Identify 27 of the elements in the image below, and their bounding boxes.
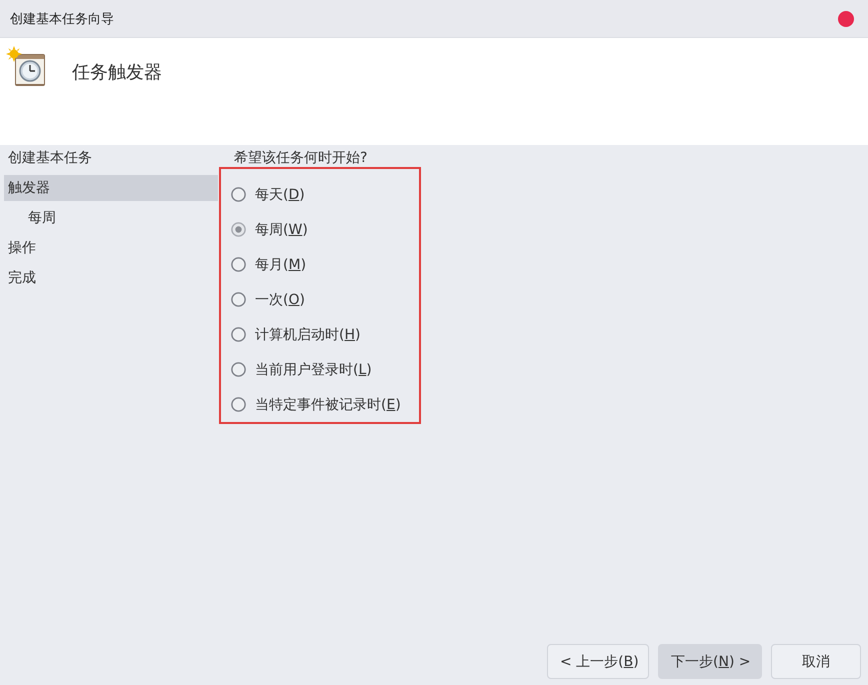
radio-label[interactable]: 计算机启动时(H) (255, 326, 360, 344)
radio-button[interactable] (231, 292, 246, 307)
sidebar-step: 每周 (4, 205, 218, 231)
radio-button[interactable] (231, 327, 246, 342)
page-heading: 任务触发器 (72, 61, 162, 84)
wizard-button[interactable]: 下一步(N) > (658, 644, 762, 679)
radio-label[interactable]: 每天(D) (255, 186, 305, 204)
window-title: 创建基本任务向导 (10, 10, 114, 28)
radio-button[interactable] (231, 257, 246, 272)
sidebar-step: 操作 (4, 235, 218, 261)
question-text: 希望该任务何时开始? (234, 149, 368, 167)
close-button[interactable] (838, 10, 854, 26)
radio-button[interactable] (231, 222, 246, 237)
radio-label[interactable]: 当前用户登录时(L) (255, 360, 372, 378)
sidebar-step: 触发器 (4, 175, 218, 201)
radio-label[interactable]: 每月(M) (255, 256, 306, 274)
sidebar-step: 创建基本任务 (4, 145, 218, 171)
clock-icon (6, 46, 48, 88)
wizard-button[interactable]: 取消 (771, 644, 861, 679)
radio-button[interactable] (231, 187, 246, 202)
radio-label[interactable]: 当特定事件被记录时(E) (255, 396, 401, 414)
radio-button[interactable] (231, 362, 246, 377)
radio-label[interactable]: 每周(W) (255, 220, 308, 238)
wizard-button[interactable]: < 上一步(B) (547, 644, 649, 679)
radio-button[interactable] (231, 397, 246, 412)
radio-label[interactable]: 一次(O) (255, 290, 305, 308)
sidebar-step: 完成 (4, 265, 218, 291)
